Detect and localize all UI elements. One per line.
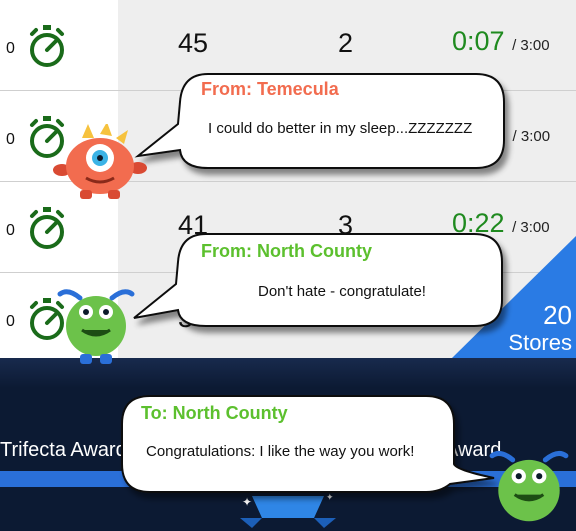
award-badge-icon: ✦ ✦ — [240, 493, 336, 528]
award-label-left[interactable]: Trifecta Award — [0, 439, 127, 462]
green-monster-avatar — [57, 289, 135, 364]
bubble-sender: From: Temecula — [201, 79, 339, 99]
green-monster-avatar — [489, 450, 569, 522]
bubble-recipient: To: North County — [141, 403, 288, 423]
stores-count: 20 — [543, 300, 572, 330]
bubble-sender: From: North County — [201, 241, 372, 261]
bubble-message: Don't hate - congratulate! — [258, 283, 426, 300]
svg-text:✦: ✦ — [326, 493, 334, 503]
bubble-message: Congratulations: I like the way you work… — [146, 443, 415, 460]
orange-monster-avatar — [53, 124, 147, 199]
bubble-message: I could do better in my sleep...ZZZZZZZ — [208, 120, 473, 137]
svg-text:✦: ✦ — [242, 495, 252, 509]
stores-label: Stores — [508, 330, 572, 355]
